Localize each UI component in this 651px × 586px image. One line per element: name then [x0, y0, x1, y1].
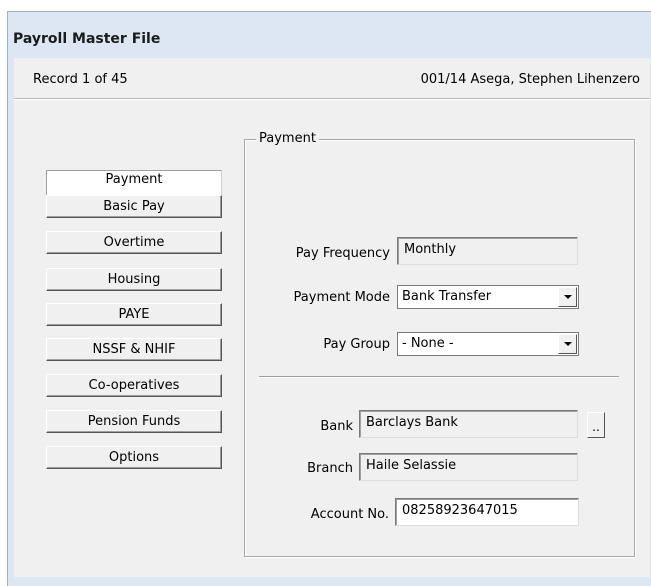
branch-field: Haile Selassie	[359, 453, 578, 481]
payroll-window: Payroll Master File Record 1 of 45 001/1…	[7, 11, 651, 586]
nav-options-button[interactable]: Options	[46, 446, 222, 469]
title-bar: Payroll Master File	[8, 12, 651, 58]
branch-label: Branch	[307, 461, 353, 476]
nav-paye-button[interactable]: PAYE	[46, 303, 222, 326]
account-no-label: Account No.	[310, 507, 389, 522]
payment-mode-dropdown[interactable]: Bank Transfer	[397, 285, 579, 309]
chevron-down-icon[interactable]	[558, 287, 577, 307]
nav-overtime-button[interactable]: Overtime	[46, 231, 222, 254]
pay-group-value: - None -	[402, 336, 454, 351]
bank-label: Bank	[320, 419, 353, 434]
payment-mode-label: Payment Mode	[293, 290, 390, 305]
record-position: Record 1 of 45	[33, 72, 128, 87]
payment-mode-value: Bank Transfer	[402, 289, 492, 304]
pay-group-label: Pay Group	[323, 337, 390, 352]
divider	[259, 376, 619, 378]
employee-name: 001/14 Asega, Stephen Lihenzero	[420, 72, 640, 87]
window-title: Payroll Master File	[13, 31, 161, 47]
nav-pension-funds-button[interactable]: Pension Funds	[46, 410, 222, 433]
chevron-down-icon[interactable]	[558, 334, 577, 354]
nav-payment-button[interactable]: Payment	[46, 170, 222, 196]
pay-frequency-field: Monthly	[397, 237, 578, 265]
payment-group-label: Payment	[256, 131, 319, 146]
window-client-area: Record 1 of 45 001/14 Asega, Stephen Lih…	[14, 58, 650, 577]
nav-housing-button[interactable]: Housing	[46, 268, 222, 291]
payment-groupbox: Payment Pay Frequency Monthly Payment Mo…	[244, 131, 635, 557]
pay-frequency-label: Pay Frequency	[295, 246, 390, 261]
nav-co-operatives-button[interactable]: Co-operatives	[46, 374, 222, 397]
pay-group-dropdown[interactable]: - None -	[397, 332, 579, 356]
bank-browse-button[interactable]: ..	[587, 412, 605, 438]
nav-nssf-nhif-button[interactable]: NSSF & NHIF	[46, 338, 222, 361]
record-bar: Record 1 of 45 001/14 Asega, Stephen Lih…	[14, 58, 650, 99]
nav-basic-pay-button[interactable]: Basic Pay	[46, 195, 222, 218]
account-no-input[interactable]: 08258923647015	[395, 498, 579, 526]
bank-field: Barclays Bank	[359, 410, 578, 438]
